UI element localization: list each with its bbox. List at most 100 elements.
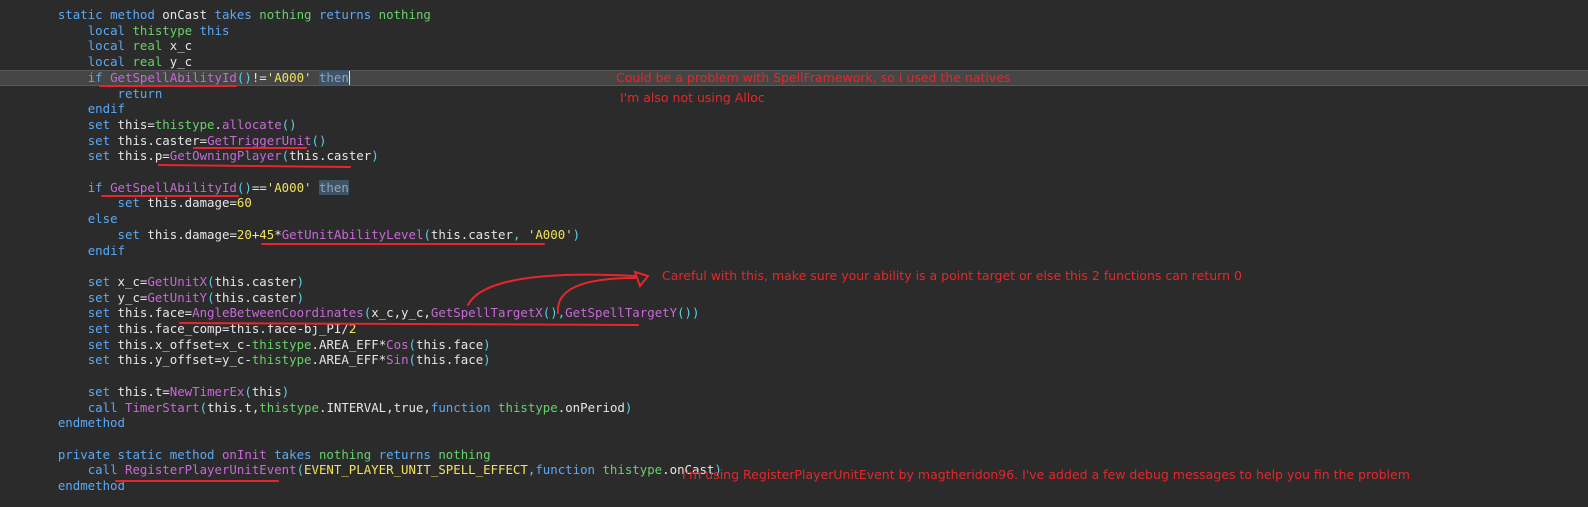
code-token: thistype (259, 399, 319, 415)
code-token: this.face (229, 321, 297, 336)
code-token: . (214, 116, 222, 132)
text-cursor (348, 71, 350, 86)
code-token: ) (572, 226, 581, 242)
code-token: x_c (169, 38, 193, 54)
code-line[interactable]: return (0, 86, 1588, 102)
code-line[interactable]: set this.damage=20+45*GetUnitAbilityLeve… (0, 227, 1588, 243)
code-line[interactable]: set this.t=NewTimerEx(this) (0, 384, 1588, 400)
code-token: y_c (221, 352, 245, 368)
code-line[interactable] (0, 431, 1588, 447)
code-token: = (214, 336, 222, 352)
code-token: this.face (117, 305, 185, 321)
code-token: != (251, 69, 267, 85)
code-token: ( (244, 383, 252, 399)
code-token: endmethod (57, 415, 125, 431)
code-token: returns (318, 7, 379, 22)
code-token: = (199, 132, 208, 148)
code-token: takes (214, 7, 260, 22)
code-line[interactable]: endif (0, 101, 1588, 117)
code-token: ( (207, 273, 215, 289)
code-token: x_c (221, 336, 245, 352)
code-token: AREA_EFF (319, 352, 379, 368)
code-token: 60 (236, 195, 252, 211)
code-token: ( (408, 336, 417, 352)
code-token: onInit (221, 446, 275, 462)
code-line[interactable]: endmethod (0, 415, 1588, 431)
code-line[interactable]: set this.p=GetOwningPlayer(this.caster) (0, 148, 1588, 164)
code-token: = (162, 383, 170, 399)
code-token: set (87, 148, 118, 164)
code-token: NewTimerEx (169, 383, 245, 399)
code-token: = (162, 148, 170, 164)
code-line[interactable]: set this.face=AngleBetweenCoordinates(x_… (0, 305, 1588, 321)
code-token: ( (296, 462, 305, 478)
code-line[interactable]: set this.caster=GetTriggerUnit() (0, 133, 1588, 149)
code-line[interactable]: set y_c=GetUnitY(this.caster) (0, 290, 1588, 306)
code-token: static (117, 446, 170, 462)
code-token: onCast (162, 7, 215, 22)
code-token: 'A000' (266, 69, 319, 85)
code-token: GetUnitAbilityLevel (281, 226, 424, 242)
code-token: endmethod (57, 478, 125, 493)
code-token: 2 (348, 321, 357, 336)
code-token: ( (423, 226, 431, 242)
code-token: this.caster (289, 148, 372, 164)
code-line[interactable]: local thistype this (0, 23, 1588, 39)
code-token: ( (408, 352, 417, 368)
code-line[interactable]: if GetSpellAbilityId()=='A000' then (0, 179, 1588, 196)
code-line[interactable]: local real y_c (0, 54, 1588, 70)
code-token: 'A000' (527, 226, 573, 242)
code-token: GetTriggerUnit (207, 132, 312, 148)
code-token: GetSpellAbilityId (110, 69, 237, 85)
code-token: RegisterPlayerUnitEvent (125, 462, 297, 478)
code-token: = (214, 352, 222, 368)
code-line[interactable]: private static method onInit takes nothi… (0, 447, 1588, 463)
code-line[interactable]: set this.damage=60 (0, 195, 1588, 211)
code-token: . (662, 462, 670, 478)
code-token: 20 (236, 226, 252, 242)
annotation-spellframework: Could be a problem with SpellFramework, … (616, 70, 1011, 85)
annotation-alloc: I'm also not using Alloc (620, 90, 765, 105)
code-token: static (57, 7, 111, 22)
code-token: set (87, 383, 118, 399)
code-token: set (87, 336, 118, 352)
code-token: GetSpellTargetY (565, 305, 678, 321)
code-token: nothing (259, 7, 319, 22)
code-token: function (535, 462, 603, 478)
code-token: method (169, 446, 222, 462)
code-line[interactable]: endif (0, 243, 1588, 259)
code-token: x_c,y_c, (371, 305, 431, 321)
code-token: this.t (117, 383, 163, 399)
code-token: 'A000' (266, 179, 319, 195)
code-line[interactable]: set this.y_offset=y_c-thistype.AREA_EFF*… (0, 352, 1588, 368)
code-token: . (311, 352, 319, 368)
code-token: () (311, 132, 327, 148)
code-token: Sin (386, 352, 409, 368)
code-token: set (87, 273, 118, 289)
code-token: endif (87, 101, 125, 117)
code-line[interactable] (0, 164, 1588, 180)
code-line[interactable] (0, 368, 1588, 384)
code-token: set (117, 226, 148, 242)
code-line[interactable]: set this.face_comp=this.face-bj_PI/2 (0, 321, 1588, 337)
code-token: = (147, 116, 155, 132)
code-token: thistype (154, 116, 215, 132)
code-line[interactable]: else (0, 211, 1588, 227)
code-token: this.caster (214, 289, 297, 305)
code-line[interactable]: static method onCast takes nothing retur… (0, 7, 1588, 23)
code-line[interactable]: set this=thistype.allocate() (0, 117, 1588, 133)
code-line[interactable]: set this.x_offset=x_c-thistype.AREA_EFF*… (0, 337, 1588, 353)
code-line[interactable]: call TimerStart(this.t,thistype.INTERVAL… (0, 400, 1588, 416)
code-token: x_c (117, 273, 140, 289)
code-line[interactable]: local real x_c (0, 38, 1588, 54)
